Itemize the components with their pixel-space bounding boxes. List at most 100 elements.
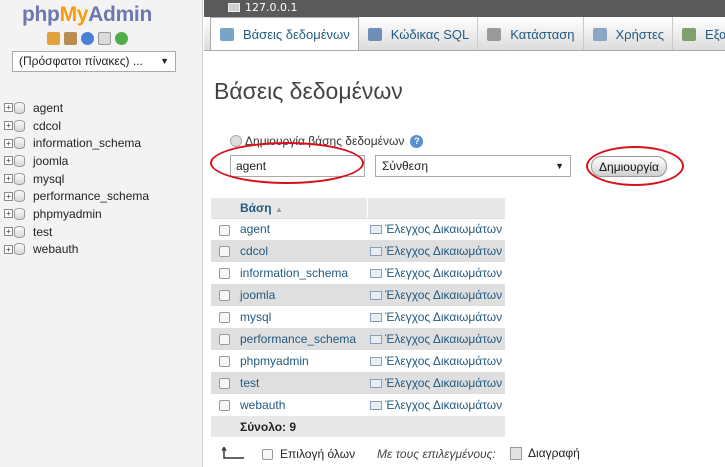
nav-db-item[interactable]: + mysql bbox=[4, 170, 149, 188]
table-row: webauth Έλεγχος Δικαιωμάτων bbox=[211, 394, 505, 416]
privileges-icon bbox=[370, 335, 382, 344]
reload-icon[interactable] bbox=[115, 32, 128, 45]
nav-db-label[interactable]: joomla bbox=[33, 154, 68, 168]
tab-label: Βάσεις δεδομένων bbox=[243, 27, 350, 42]
database-icon bbox=[14, 190, 25, 203]
nav-db-label[interactable]: phpmyadmin bbox=[33, 207, 102, 221]
database-icon bbox=[14, 207, 25, 220]
nav-db-item[interactable]: + webauth bbox=[4, 241, 149, 259]
database-name-link[interactable]: cdcol bbox=[237, 240, 367, 262]
database-icon bbox=[14, 154, 25, 167]
server-icon bbox=[228, 3, 240, 12]
privileges-icon bbox=[370, 247, 382, 256]
nav-db-item[interactable]: + agent bbox=[4, 99, 149, 117]
top-menu-tabs: Βάσεις δεδομένων Κώδικας SQL Κατάσταση Χρήσ… bbox=[204, 17, 725, 51]
tab-sql[interactable]: Κώδικας SQL bbox=[359, 17, 479, 50]
check-privileges-link[interactable]: Έλεγχος Δικαιωμάτων bbox=[367, 394, 505, 416]
tab-status[interactable]: Κατάσταση bbox=[478, 17, 584, 50]
database-name-link[interactable]: test bbox=[237, 372, 367, 394]
server-link[interactable]: 127.0.0.1 bbox=[245, 1, 297, 14]
expand-icon[interactable]: + bbox=[4, 227, 13, 237]
recent-tables-select[interactable]: (Πρόσφατοι πίνακες) ... ▼ bbox=[12, 51, 176, 72]
check-privileges-link[interactable]: Έλεγχος Δικαιωμάτων bbox=[367, 328, 505, 350]
help-icon[interactable]: ? bbox=[410, 134, 424, 148]
row-checkbox[interactable] bbox=[218, 246, 230, 258]
column-header-database[interactable]: Βάση ▲ bbox=[211, 198, 367, 219]
row-checkbox[interactable] bbox=[218, 400, 230, 412]
database-name-link[interactable]: phpmyadmin bbox=[237, 350, 367, 372]
privileges-icon bbox=[370, 357, 382, 366]
row-checkbox[interactable] bbox=[218, 378, 230, 390]
database-name-link[interactable]: agent bbox=[237, 218, 367, 240]
select-all-label[interactable]: Επιλογή όλων bbox=[280, 447, 355, 461]
check-privileges-link[interactable]: Έλεγχος Δικαιωμάτων bbox=[367, 350, 505, 372]
sql-icon bbox=[367, 27, 382, 41]
tab-label: Κώδικας SQL bbox=[390, 26, 470, 42]
check-privileges-link[interactable]: Έλεγχος Δικαιωμάτων bbox=[367, 262, 505, 284]
check-privileges-link[interactable]: Έλεγχος Δικαιωμάτων bbox=[367, 284, 505, 306]
row-checkbox[interactable] bbox=[218, 356, 230, 368]
expand-icon[interactable]: + bbox=[4, 174, 13, 184]
home-icon[interactable] bbox=[47, 32, 60, 45]
create-database-button[interactable]: Δημιουργία bbox=[591, 156, 667, 177]
nav-db-label[interactable]: webauth bbox=[33, 242, 78, 256]
database-name-link[interactable]: information_schema bbox=[237, 262, 367, 284]
nav-db-item[interactable]: + information_schema bbox=[4, 134, 149, 152]
privileges-icon bbox=[370, 401, 382, 410]
database-name-link[interactable]: performance_schema bbox=[237, 328, 367, 350]
privileges-icon bbox=[370, 225, 382, 235]
nav-db-label[interactable]: test bbox=[33, 225, 52, 239]
database-name-link[interactable]: mysql bbox=[237, 306, 367, 328]
expand-icon[interactable]: + bbox=[4, 138, 13, 148]
database-name-link[interactable]: webauth bbox=[237, 394, 367, 416]
database-name-input[interactable] bbox=[230, 155, 365, 177]
tab-users[interactable]: Χρήστες bbox=[584, 17, 674, 50]
row-checkbox[interactable] bbox=[218, 224, 230, 236]
sql-query-icon[interactable] bbox=[64, 32, 77, 45]
navigation-panel: phpMyAdmin (Πρόσφατοι πίνακες) ... ▼ + age… bbox=[0, 0, 203, 467]
check-privileges-link[interactable]: Έλεγχος Δικαιωμάτων bbox=[367, 240, 505, 262]
create-database-label: Δημιουργία βάσης δεδομένων ? bbox=[230, 134, 424, 148]
check-privileges-link[interactable]: Έλεγχος Δικαιωμάτων bbox=[367, 306, 505, 328]
expand-icon[interactable]: + bbox=[4, 156, 13, 166]
tab-export[interactable]: Εξαγ bbox=[673, 17, 725, 50]
nav-db-item[interactable]: + phpmyadmin bbox=[4, 205, 149, 223]
nav-db-item[interactable]: + performance_schema bbox=[4, 187, 149, 205]
nav-db-label[interactable]: agent bbox=[33, 101, 63, 115]
help-icon[interactable] bbox=[81, 32, 94, 45]
table-row: cdcol Έλεγχος Δικαιωμάτων bbox=[211, 240, 505, 262]
expand-icon[interactable]: + bbox=[4, 103, 13, 113]
nav-db-label[interactable]: information_schema bbox=[33, 136, 141, 150]
select-all-checkbox[interactable] bbox=[262, 449, 273, 460]
row-checkbox[interactable] bbox=[218, 334, 230, 346]
nav-db-label[interactable]: performance_schema bbox=[33, 189, 149, 203]
privileges-icon bbox=[370, 379, 382, 388]
row-checkbox[interactable] bbox=[218, 312, 230, 324]
nav-db-item[interactable]: + cdcol bbox=[4, 117, 149, 135]
nav-db-item[interactable]: + joomla bbox=[4, 152, 149, 170]
database-icon bbox=[14, 101, 25, 114]
expand-icon[interactable]: + bbox=[4, 121, 13, 131]
row-checkbox[interactable] bbox=[218, 268, 230, 280]
nav-db-item[interactable]: + test bbox=[4, 223, 149, 241]
expand-icon[interactable]: + bbox=[4, 244, 13, 254]
nav-db-label[interactable]: cdcol bbox=[33, 119, 61, 133]
expand-icon[interactable]: + bbox=[4, 209, 13, 219]
export-icon bbox=[682, 27, 697, 41]
row-checkbox[interactable] bbox=[218, 290, 230, 302]
nav-db-label[interactable]: mysql bbox=[33, 172, 64, 186]
tab-databases[interactable]: Βάσεις δεδομένων bbox=[210, 17, 359, 50]
expand-icon[interactable]: + bbox=[4, 191, 13, 201]
docs-icon[interactable] bbox=[98, 32, 111, 45]
delete-button[interactable]: Διαγραφή bbox=[510, 446, 580, 460]
check-privileges-link[interactable]: Έλεγχος Δικαιωμάτων bbox=[367, 218, 505, 240]
column-header-actions bbox=[366, 198, 505, 219]
table-row: information_schema Έλεγχος Δικαιωμάτων bbox=[211, 262, 505, 284]
phpmyadmin-logo[interactable]: phpMyAdmin bbox=[22, 3, 152, 27]
collation-select[interactable]: Σύνθεση ▼ bbox=[375, 155, 571, 177]
check-privileges-link[interactable]: Έλεγχος Δικαιωμάτων bbox=[367, 372, 505, 394]
database-name-link[interactable]: joomla bbox=[237, 284, 367, 306]
databases-table: Βάση ▲ agent Έλεγχος Δικαιωμάτων cdcol Έλεγ… bbox=[211, 198, 505, 437]
create-db-icon bbox=[230, 135, 242, 147]
table-row: agent Έλεγχος Δικαιωμάτων bbox=[211, 218, 505, 240]
